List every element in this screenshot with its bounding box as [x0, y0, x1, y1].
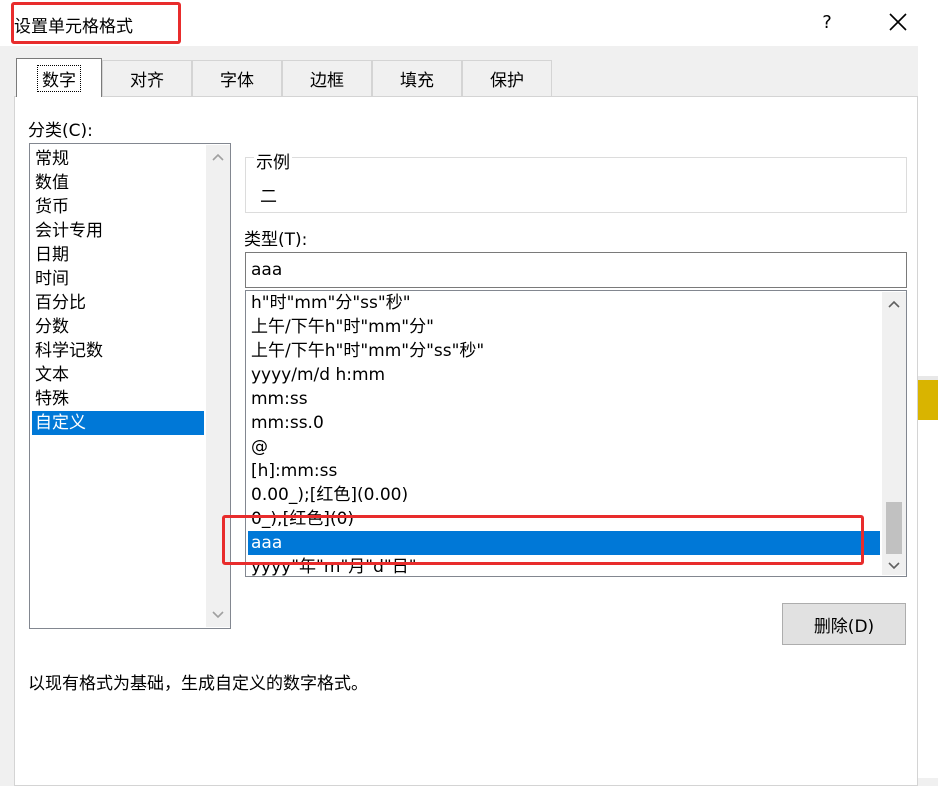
scroll-down-button[interactable] — [882, 554, 906, 576]
category-item[interactable]: 时间 — [32, 267, 204, 291]
number-tab-panel: 分类(C): 常规 数值 货币 会计专用 日期 时间 百分比 分数 科学记数 文… — [14, 96, 918, 786]
category-label: 分类(C): — [28, 121, 93, 141]
category-item[interactable]: 文本 — [32, 363, 204, 387]
category-item[interactable]: 科学记数 — [32, 339, 204, 363]
format-cells-dialog: 设置单元格格式 ? 数字 对齐 字体 边框 填充 保护 分类(C): 常规 数值… — [0, 0, 938, 786]
category-item[interactable]: 数值 — [32, 171, 204, 195]
tab-label: 数字 — [37, 64, 81, 92]
title-bar: 设置单元格格式 ? — [0, 0, 938, 46]
type-input[interactable]: aaa — [245, 252, 907, 288]
tab-alignment[interactable]: 对齐 — [102, 60, 192, 96]
type-label: 类型(T): — [244, 230, 308, 250]
tab-border[interactable]: 边框 — [282, 60, 372, 96]
sample-group: 示例 二 — [245, 148, 907, 213]
tab-label: 字体 — [220, 71, 254, 91]
category-item[interactable]: 分数 — [32, 315, 204, 339]
sample-label: 示例 — [254, 148, 292, 173]
type-item[interactable]: 上午/下午h"时"mm"分" — [248, 315, 880, 339]
category-item[interactable]: 百分比 — [32, 291, 204, 315]
chevron-up-icon — [888, 300, 900, 308]
background-sheet-edge — [918, 46, 938, 778]
type-item[interactable]: yyyy/m/d h:mm — [248, 363, 880, 387]
chevron-down-icon — [888, 562, 900, 570]
type-scrollbar[interactable] — [882, 292, 906, 575]
close-icon — [889, 13, 907, 31]
description-text: 以现有格式为基础，生成自定义的数字格式。 — [28, 674, 368, 694]
chevron-down-icon — [212, 611, 224, 619]
help-button[interactable]: ? — [810, 6, 844, 38]
sample-value: 二 — [260, 187, 277, 207]
selection-highlight-box — [222, 515, 864, 565]
category-item[interactable]: 常规 — [32, 147, 204, 171]
sheet-edge-mark — [918, 380, 938, 420]
type-item[interactable]: 上午/下午h"时"mm"分"ss"秒" — [248, 339, 880, 363]
title-highlight-box — [11, 2, 181, 44]
type-item[interactable]: mm:ss.0 — [248, 411, 880, 435]
tab-label: 保护 — [490, 71, 524, 91]
type-item[interactable]: @ — [248, 435, 880, 459]
category-listbox[interactable]: 常规 数值 货币 会计专用 日期 时间 百分比 分数 科学记数 文本 特殊 自定… — [29, 143, 231, 629]
tab-fill[interactable]: 填充 — [372, 60, 462, 96]
type-item[interactable]: [h]:mm:ss — [248, 459, 880, 483]
tab-label: 对齐 — [130, 71, 164, 91]
category-item[interactable]: 会计专用 — [32, 219, 204, 243]
scroll-thumb[interactable] — [886, 502, 902, 554]
chevron-up-icon — [212, 153, 224, 161]
tab-protection[interactable]: 保护 — [462, 60, 552, 96]
tab-number[interactable]: 数字 — [16, 58, 102, 97]
scroll-up-button[interactable] — [206, 145, 230, 169]
type-item[interactable]: h"时"mm"分"ss"秒" — [248, 291, 880, 315]
scroll-down-button[interactable] — [206, 603, 230, 627]
tab-label: 填充 — [400, 71, 434, 91]
category-item-selected[interactable]: 自定义 — [32, 411, 204, 435]
delete-button[interactable]: 删除(D) — [782, 603, 906, 645]
scroll-up-button[interactable] — [882, 292, 906, 316]
category-item[interactable]: 日期 — [32, 243, 204, 267]
type-item[interactable]: mm:ss — [248, 387, 880, 411]
tab-font[interactable]: 字体 — [192, 60, 282, 96]
close-button[interactable] — [878, 6, 918, 38]
type-item[interactable]: 0.00_);[红色](0.00) — [248, 483, 880, 507]
tab-label: 边框 — [310, 71, 344, 91]
category-item[interactable]: 货币 — [32, 195, 204, 219]
category-item[interactable]: 特殊 — [32, 387, 204, 411]
